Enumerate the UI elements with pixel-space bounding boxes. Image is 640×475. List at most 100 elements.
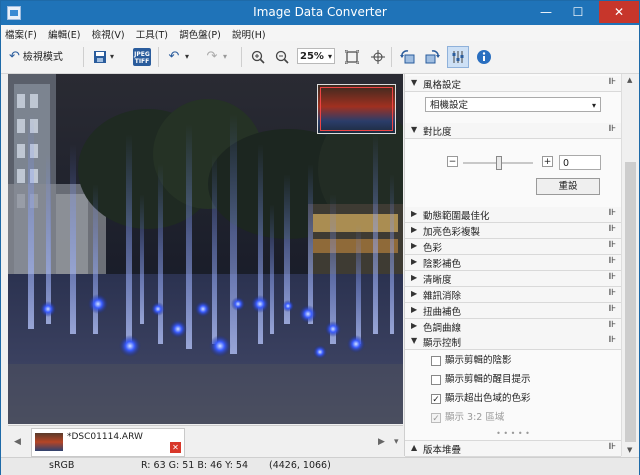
panel-splitter[interactable]: • • • • • — [405, 429, 621, 438]
section-style[interactable]: ▼ 風格設定 ⊪ — [405, 76, 621, 92]
reset-button[interactable]: 重設 — [536, 178, 600, 195]
toolbar: ↶ 檢視模式 ▾ JPEG TIFF ↶ ▾ ↷ ▾ 25% ▾ — [1, 41, 639, 74]
section-version-stack[interactable]: ▲ 版本堆疊 ⊪ — [405, 440, 621, 457]
chevron-left-icon[interactable]: ◀ — [14, 437, 21, 447]
rotate-right-icon[interactable] — [421, 46, 443, 68]
section-color-label: 色彩 — [423, 243, 443, 254]
pin-icon[interactable]: ⊪ — [608, 208, 616, 218]
zoom-value: 25% — [300, 51, 324, 62]
section-color-reproduction[interactable]: ▶ 加亮色彩複製 ⊪ — [405, 223, 621, 239]
pin-icon[interactable]: ⊪ — [608, 288, 616, 298]
chevron-down-icon: ▼ — [411, 78, 418, 87]
section-sharpness[interactable]: ▶ 清晰度 ⊪ — [405, 271, 621, 287]
scroll-down-icon[interactable]: ▼ — [627, 446, 632, 454]
pin-icon[interactable]: ⊪ — [608, 256, 616, 266]
scrollbar-thumb[interactable] — [625, 162, 636, 442]
svg-text:TIFF: TIFF — [135, 58, 150, 65]
back-arrow-icon: ↶ — [9, 49, 20, 64]
file-name: *DSC01114.ARW — [67, 432, 143, 442]
section-contrast[interactable]: ▼ 對比度 ⊪ — [405, 123, 621, 139]
view-mode-label: 檢視模式 — [22, 52, 63, 63]
navigator-thumbnail[interactable] — [317, 84, 396, 134]
style-select[interactable]: 相機設定 ▾ — [425, 97, 601, 112]
section-dro[interactable]: ▶ 動態範圍最佳化 ⊪ — [405, 207, 621, 223]
file-thumbnail — [35, 433, 63, 451]
contrast-plus-button[interactable]: + — [542, 156, 553, 167]
info-icon[interactable] — [473, 46, 495, 68]
option-clipped-shadows[interactable]: 顯示剪輯的陰影 — [431, 352, 512, 366]
pin-icon[interactable]: ⊪ — [608, 320, 616, 330]
image-preview[interactable] — [8, 74, 403, 424]
adjustment-panel: ▼ 風格設定 ⊪ 相機設定 ▾ ▼ 對比度 ⊪ − + 0 重設 ▶ 動態範圍最佳… — [404, 74, 621, 457]
section-noise[interactable]: ▶ 雜訊消除 ⊪ — [405, 287, 621, 303]
pin-icon[interactable]: ⊪ — [608, 272, 616, 282]
pin-icon[interactable]: ⊪ — [608, 335, 616, 345]
section-tone-curve-label: 色調曲線 — [423, 323, 462, 334]
title-bar: Image Data Converter — ☐ ✕ — [1, 1, 639, 25]
pin-icon[interactable]: ⊪ — [608, 124, 616, 134]
option-clipped-highlights[interactable]: 顯示剪輯的醒目提示 — [431, 371, 531, 385]
checkbox-checked[interactable]: ✓ — [431, 393, 441, 405]
redo-dropdown-icon[interactable]: ▾ — [219, 46, 231, 68]
pin-icon[interactable]: ⊪ — [608, 77, 616, 87]
filmstrip-down-icon[interactable]: ▾ — [394, 437, 399, 447]
scroll-up-icon[interactable]: ▲ — [627, 76, 632, 84]
svg-text:JPEG: JPEG — [133, 51, 150, 58]
section-shading[interactable]: ▶ 陰影補色 ⊪ — [405, 255, 621, 271]
option-label: 顯示 3:2 區域 — [445, 412, 505, 423]
contrast-minus-button[interactable]: − — [447, 156, 458, 167]
option-3-2-area[interactable]: ✓ 顯示 3:2 區域 — [431, 409, 505, 424]
option-label: 顯示剪輯的醒目提示 — [445, 374, 531, 385]
fit-window-icon[interactable] — [341, 46, 363, 68]
maximize-button[interactable]: ☐ — [565, 1, 591, 23]
save-dropdown-icon[interactable]: ▾ — [105, 46, 119, 68]
pin-icon[interactable]: ⊪ — [608, 304, 616, 314]
section-shading-label: 陰影補色 — [423, 259, 462, 270]
undo-dropdown-icon[interactable]: ▾ — [181, 46, 193, 68]
option-label: 顯示超出色域的色彩 — [445, 393, 531, 404]
film-strip: ◀ *DSC01114.ARW ✕ ▶ ▾ — [8, 425, 403, 457]
section-display-control[interactable]: ▼ 顯示控制 ⊪ — [405, 334, 621, 350]
option-label: 顯示剪輯的陰影 — [445, 355, 512, 366]
section-contrast-label: 對比度 — [423, 127, 452, 138]
view-mode-button[interactable]: ↶ 檢視模式 — [9, 47, 63, 67]
status-pixel-values: R: 63 G: 51 B: 46 Y: 54 — [141, 460, 249, 471]
contrast-slider-thumb[interactable] — [496, 156, 502, 170]
pin-icon[interactable]: ⊪ — [608, 224, 616, 234]
status-bar: sRGB R: 63 G: 51 B: 46 Y: 54 (4426, 1066… — [1, 457, 639, 475]
option-out-of-gamut[interactable]: ✓ 顯示超出色域的色彩 — [431, 390, 531, 405]
pin-icon[interactable]: ⊪ — [608, 442, 616, 452]
checkbox[interactable] — [431, 355, 441, 366]
section-color-reproduction-label: 加亮色彩複製 — [423, 227, 481, 238]
section-distortion[interactable]: ▶ 扭曲補色 ⊪ — [405, 303, 621, 319]
chevron-down-icon: ▼ — [411, 125, 418, 134]
checkbox-checked[interactable]: ✓ — [431, 412, 441, 424]
close-button[interactable]: ✕ — [599, 1, 639, 23]
zoom-out-icon[interactable] — [271, 46, 293, 68]
section-tone-curve[interactable]: ▶ 色調曲線 ⊪ — [405, 319, 621, 335]
file-tab[interactable]: *DSC01114.ARW ✕ — [31, 428, 185, 457]
menu-bar: 檔案(F) 編輯(E) 檢視(V) 工具(T) 調色盤(P) 說明(H) — [1, 25, 639, 41]
checkbox[interactable] — [431, 374, 441, 385]
minimize-button[interactable]: — — [533, 1, 559, 23]
rotate-left-icon[interactable] — [397, 46, 419, 68]
adjust-panel-icon[interactable] — [447, 46, 469, 68]
section-distortion-label: 扭曲補色 — [423, 307, 462, 318]
panel-scrollbar[interactable]: ▲ ▼ — [621, 74, 639, 456]
pin-icon[interactable]: ⊪ — [608, 240, 616, 250]
jpeg-tiff-icon[interactable]: JPEG TIFF — [131, 46, 153, 68]
chevron-up-icon: ▲ — [411, 443, 418, 452]
zoom-in-icon[interactable] — [247, 46, 269, 68]
section-noise-label: 雜訊消除 — [423, 291, 462, 302]
section-version-stack-label: 版本堆疊 — [423, 445, 462, 456]
section-sharpness-label: 清晰度 — [423, 275, 452, 286]
section-color[interactable]: ▶ 色彩 ⊪ — [405, 239, 621, 255]
crosshair-icon[interactable] — [367, 46, 389, 68]
status-color-space: sRGB — [49, 460, 75, 471]
zoom-select[interactable]: 25% ▾ — [297, 48, 335, 64]
section-dro-label: 動態範圍最佳化 — [423, 211, 490, 222]
chevron-right-icon[interactable]: ▶ — [378, 437, 385, 447]
close-file-icon[interactable]: ✕ — [170, 442, 181, 453]
contrast-value-input[interactable]: 0 — [559, 155, 601, 170]
app-window: Image Data Converter — ☐ ✕ 檔案(F) 編輯(E) 檢… — [0, 0, 640, 475]
